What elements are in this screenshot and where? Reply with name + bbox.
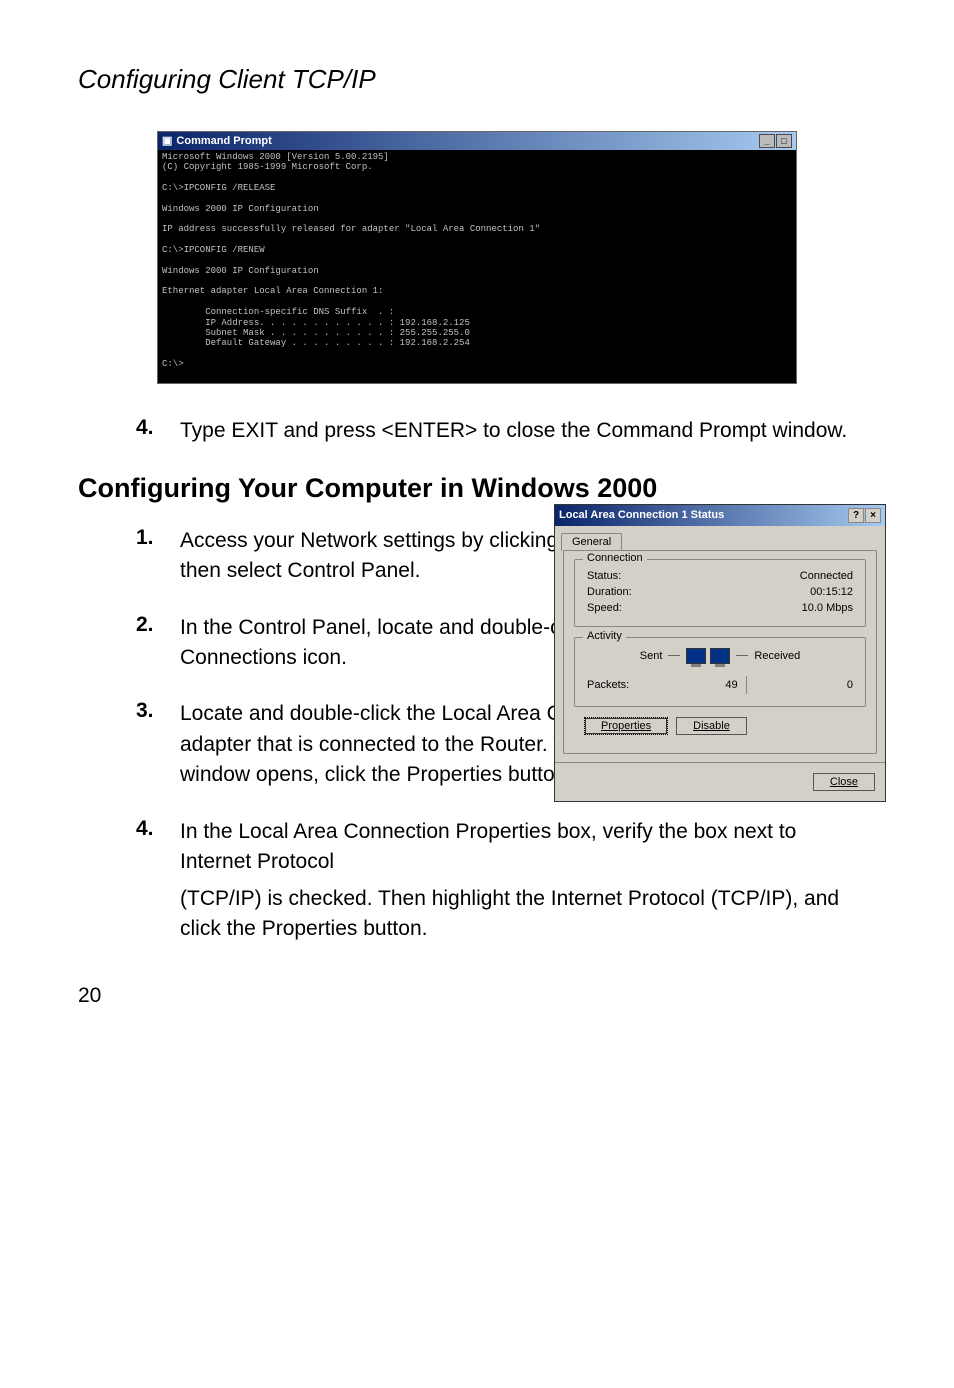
disable-button[interactable]: Disable xyxy=(676,717,747,735)
speed-label: Speed: xyxy=(587,602,622,614)
activity-sent-label: Sent xyxy=(640,650,663,662)
duration-label: Duration: xyxy=(587,586,632,598)
command-prompt-icon: ▣ xyxy=(162,135,172,148)
monitors-icon xyxy=(686,648,730,664)
packets-sent: 49 xyxy=(725,679,737,691)
close-label: Close xyxy=(830,776,858,788)
status-label: Status: xyxy=(587,570,621,582)
properties-label: Properties xyxy=(601,720,651,732)
step-text-b: (TCP/IP) is checked. Then highlight the … xyxy=(180,884,876,945)
step-number: 4. xyxy=(136,817,180,878)
dash-icon xyxy=(668,655,680,656)
connection-legend: Connection xyxy=(583,552,647,564)
close-button[interactable]: Close xyxy=(813,773,875,791)
activity-received-label: Received xyxy=(754,650,800,662)
section-heading: Configuring Your Computer in Windows 200… xyxy=(78,473,876,504)
tab-general[interactable]: General xyxy=(561,533,622,551)
page-number: 20 xyxy=(78,984,876,1008)
minimize-icon[interactable]: _ xyxy=(759,134,775,148)
step-text-a: In the Local Area Connection Properties … xyxy=(180,817,876,878)
command-prompt-title: Command Prompt xyxy=(176,135,271,148)
step-4: 4. In the Local Area Connection Properti… xyxy=(136,817,876,878)
step-number: 1. xyxy=(136,526,180,587)
packets-received: 0 xyxy=(847,679,853,691)
command-prompt-titlebar: ▣ Command Prompt _ □ xyxy=(158,132,796,150)
step-text: Type EXIT and press <ENTER> to close the… xyxy=(180,416,847,446)
dash-icon xyxy=(736,655,748,656)
disable-label: Disable xyxy=(693,720,730,732)
speed-value: 10.0 Mbps xyxy=(802,602,853,614)
running-head: Configuring Client TCP/IP xyxy=(78,64,876,95)
status-value: Connected xyxy=(800,570,853,582)
step-number: 3. xyxy=(136,699,180,790)
close-icon[interactable]: × xyxy=(865,508,881,523)
command-prompt-output: Microsoft Windows 2000 [Version 5.00.219… xyxy=(158,150,796,383)
dialog-title: Local Area Connection 1 Status xyxy=(559,509,724,521)
maximize-icon[interactable]: □ xyxy=(776,134,792,148)
step-number: 4. xyxy=(136,416,180,446)
step-pre-4: 4. Type EXIT and press <ENTER> to close … xyxy=(136,416,876,446)
duration-value: 00:15:12 xyxy=(810,586,853,598)
activity-legend: Activity xyxy=(583,630,626,642)
step-number: 2. xyxy=(136,613,180,674)
lan-status-dialog: Local Area Connection 1 Status ? × Gener… xyxy=(554,504,886,802)
packets-label: Packets: xyxy=(587,679,629,691)
help-icon[interactable]: ? xyxy=(848,508,864,523)
command-prompt-window: ▣ Command Prompt _ □ Microsoft Windows 2… xyxy=(157,131,797,384)
properties-button[interactable]: Properties xyxy=(584,717,668,735)
separator-icon xyxy=(746,676,747,694)
